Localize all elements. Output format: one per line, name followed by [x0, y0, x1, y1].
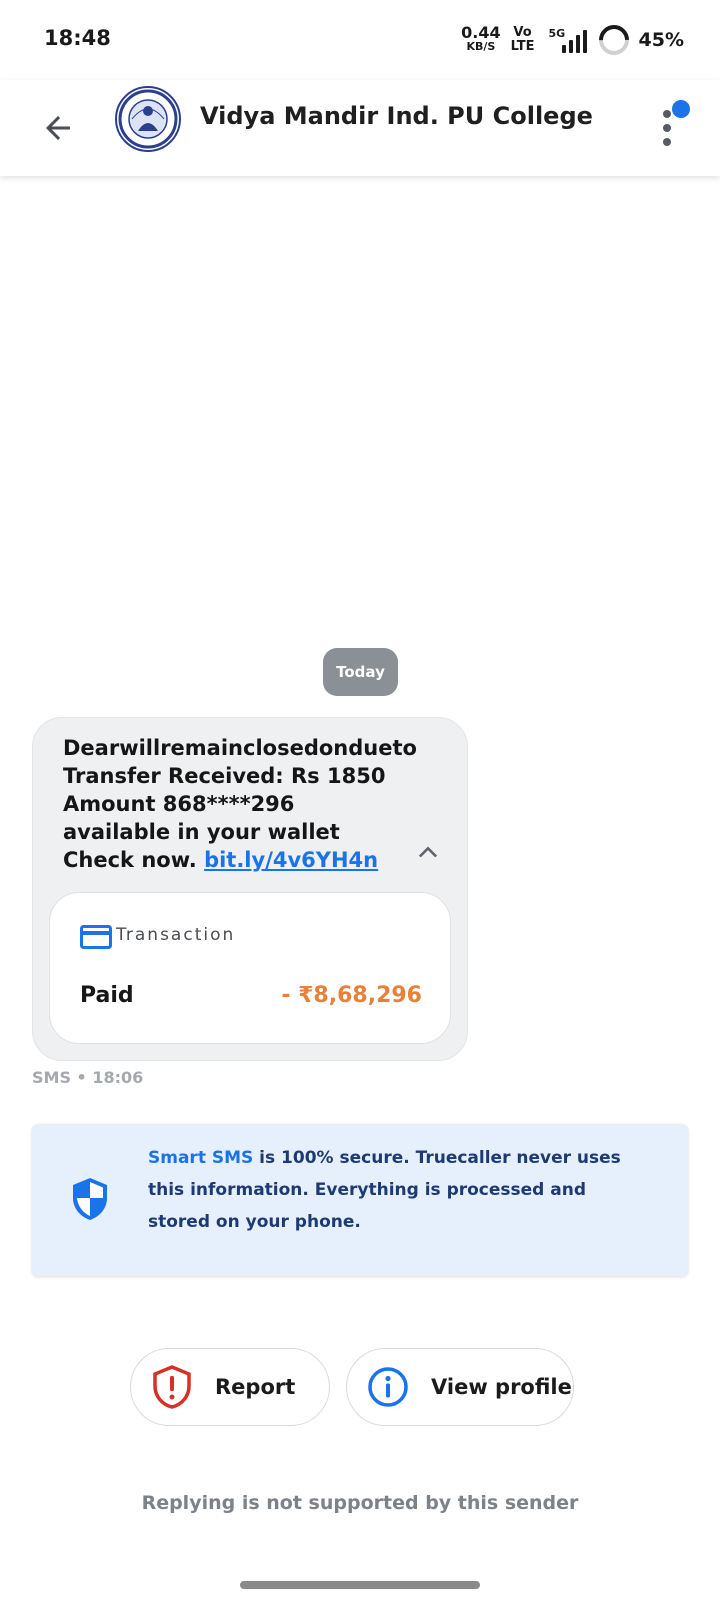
smart-sms-highlight: Smart SMS [148, 1148, 254, 1168]
network-speed-value: 0.44 [461, 23, 501, 42]
volte-top: Vo [513, 25, 532, 40]
message-text: Dearwillremainclosedondueto Transfer Rec… [63, 734, 417, 874]
volte-icon: Vo LTE [511, 26, 535, 54]
date-chip: Today [323, 648, 398, 696]
transaction-status: Paid [80, 983, 134, 1008]
network-speed: 0.44 KB/S [461, 23, 501, 54]
more-vert-icon [663, 110, 671, 118]
battery-level: 45% [638, 29, 684, 51]
credit-card-icon [80, 925, 112, 949]
signal-icon: 5G [545, 25, 589, 55]
college-logo-icon [118, 89, 178, 149]
view-profile-button[interactable]: View profile [346, 1348, 574, 1426]
status-icons: 0.44 KB/S Vo LTE 5G 45% [461, 18, 684, 62]
app-bar: Vidya Mandir Ind. PU College [0, 80, 720, 176]
status-time: 18:48 [44, 26, 111, 50]
sender-avatar[interactable] [115, 86, 181, 152]
transaction-label: Transaction [116, 925, 236, 945]
battery-icon [592, 18, 635, 62]
chevron-up-icon [418, 846, 438, 858]
transaction-amount: - ₹8,68,296 [281, 983, 422, 1008]
message-bubble[interactable]: Dearwillremainclosedondueto Transfer Rec… [32, 717, 468, 1061]
shield-icon [73, 1178, 107, 1220]
message-meta: SMS • 18:06 [32, 1068, 144, 1087]
info-icon [367, 1366, 409, 1408]
signal-bars-icon [561, 30, 587, 53]
transaction-card[interactable]: Transaction Paid - ₹8,68,296 [49, 892, 451, 1044]
volte-bottom: LTE [510, 39, 535, 54]
collapse-button[interactable] [411, 836, 445, 870]
message-link[interactable]: bit.ly/4v6YH4n [204, 848, 378, 872]
arrow-left-icon [46, 116, 70, 140]
report-button[interactable]: Report [130, 1348, 330, 1426]
more-vert-icon-dot [663, 124, 671, 132]
smart-sms-text: Smart SMS is 100% secure. Truecaller nev… [148, 1142, 648, 1238]
home-indicator[interactable] [240, 1581, 480, 1589]
more-vert-icon-dot [663, 138, 671, 146]
smart-sms-note: Smart SMS is 100% secure. Truecaller nev… [32, 1124, 688, 1276]
notification-badge [672, 100, 690, 118]
view-profile-label: View profile [431, 1375, 572, 1399]
reply-not-supported-note: Replying is not supported by this sender [141, 1492, 579, 1514]
report-icon [151, 1365, 193, 1409]
network-speed-unit: KB/S [466, 40, 496, 53]
back-button[interactable] [34, 104, 82, 152]
report-label: Report [215, 1375, 296, 1399]
sender-name: Vidya Mandir Ind. PU College [200, 102, 593, 130]
more-options-button[interactable] [646, 100, 694, 156]
status-bar: 18:48 0.44 KB/S Vo LTE 5G 45% [0, 0, 720, 80]
